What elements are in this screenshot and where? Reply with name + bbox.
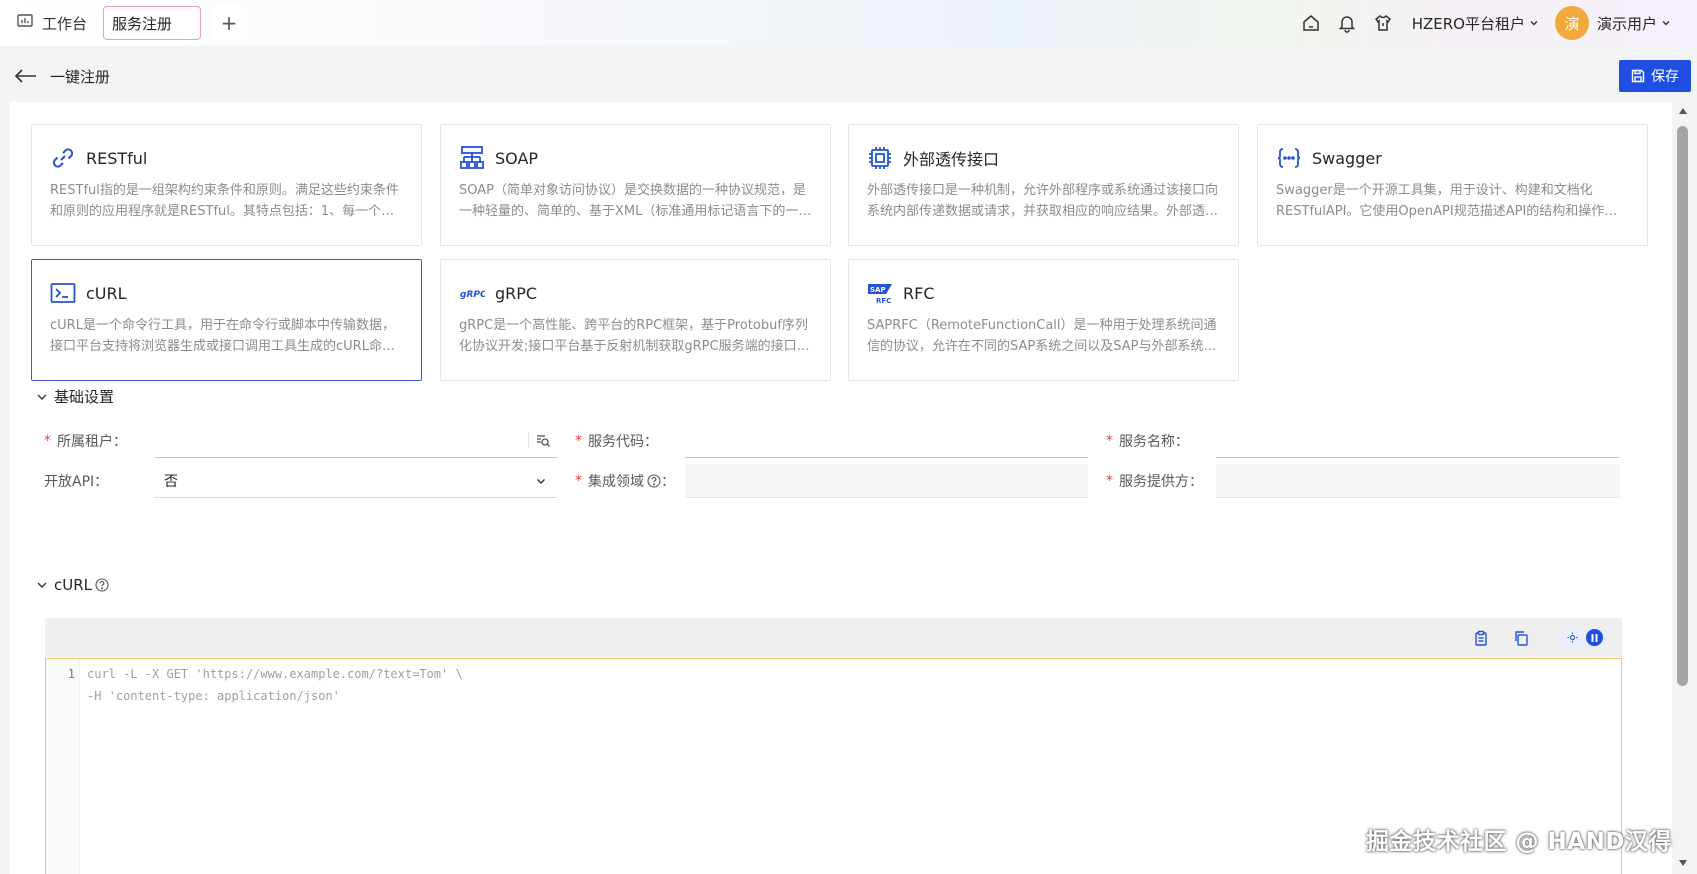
tenant-selector[interactable]: HZERO平台租户 xyxy=(1412,13,1539,34)
save-button[interactable]: 保存 xyxy=(1619,60,1691,92)
placeholder-line: curl -L -X GET 'https://www.example.com/… xyxy=(87,667,463,681)
card-title: gRPC xyxy=(495,283,538,303)
type-card-rfc[interactable]: SAP RFC RFC SAPRFC（RemoteFunctionCall）是一… xyxy=(848,259,1239,381)
card-description: cURL是一个命令行工具，用于在命令行或脚本中传输数据，接口平台支持将浏览器生成… xyxy=(50,318,395,354)
domain-input[interactable] xyxy=(685,464,1088,498)
type-card-passthrough[interactable]: 外部透传接口 外部透传接口是一种机制，允许外部程序或系统通过该接口向系统内部传递… xyxy=(848,124,1239,246)
tenant-input[interactable] xyxy=(154,424,557,458)
tab-service-registration-label: 服务注册 xyxy=(112,14,173,33)
sun-icon xyxy=(1567,632,1578,643)
lookup-search-icon[interactable] xyxy=(528,432,551,448)
svg-text:SAP: SAP xyxy=(870,286,886,294)
type-card-swagger[interactable]: Swagger Swagger是一个开源工具集，用于设计、构建和文档化RESTf… xyxy=(1257,124,1648,246)
home-icon[interactable] xyxy=(1300,12,1322,34)
link-icon xyxy=(50,145,76,171)
card-description: 外部透传接口是一种机制，允许外部程序或系统通过该接口向系统内部传递数据或请求，并… xyxy=(867,183,1219,219)
avatar-char: 演 xyxy=(1564,14,1580,33)
copy-icon[interactable] xyxy=(1510,627,1532,649)
tenant-label: * 所属租户： xyxy=(44,433,127,450)
service-code-input[interactable] xyxy=(685,424,1088,458)
top-bar: 工作台 服务注册 + HZERO平台租户 演 演示用户 xyxy=(0,0,1697,46)
top-right-actions: HZERO平台租户 演 演示用户 xyxy=(1286,0,1697,46)
card-description: gRPC是一个高性能、跨平台的RPC框架，基于Protobuf序列化协议开发;接… xyxy=(459,318,810,354)
save-label: 保存 xyxy=(1651,69,1679,85)
section-basic-settings[interactable]: 基础设置 xyxy=(36,386,114,407)
section-title-basic: 基础设置 xyxy=(54,388,115,406)
editor-toolbar xyxy=(45,618,1622,657)
scroll-thumb[interactable] xyxy=(1677,126,1688,686)
card-title: RFC xyxy=(903,283,935,303)
card-title: cURL xyxy=(86,283,127,303)
paste-icon[interactable] xyxy=(1470,627,1492,649)
dashboard-icon xyxy=(16,12,34,34)
tab-workbench-label: 工作台 xyxy=(42,14,88,33)
toggle-knob xyxy=(1586,629,1603,646)
tab-workbench[interactable]: 工作台 xyxy=(8,7,95,39)
card-title: RESTful xyxy=(86,148,148,168)
tab-service-registration[interactable]: 服务注册 xyxy=(103,6,202,40)
sitemap-icon xyxy=(459,145,485,171)
type-card-soap[interactable]: SOAP SOAP（简单对象访问协议）是交换数据的一种协议规范，是一种轻量的、简… xyxy=(440,124,831,246)
chevron-down-icon xyxy=(37,394,47,400)
provider-input[interactable] xyxy=(1216,464,1620,498)
tenant-name: HZERO平台租户 xyxy=(1411,14,1525,33)
open-api-select[interactable]: 否 xyxy=(154,464,557,498)
shirt-icon[interactable] xyxy=(1372,12,1394,34)
chevron-down-icon xyxy=(1662,21,1670,26)
placeholder-line: -H 'content-type: application/json' xyxy=(87,689,340,703)
terminal-icon xyxy=(50,280,76,306)
help-icon[interactable] xyxy=(95,578,109,592)
grpc-icon: gRPC xyxy=(459,280,485,306)
braces-icon xyxy=(1276,145,1302,171)
watermark: 掘金技术社区 @ HAND汉得 xyxy=(1366,829,1672,855)
avatar[interactable]: 演 xyxy=(1554,6,1589,40)
domain-label: * 集成领域 ： xyxy=(575,473,675,490)
plus-icon: + xyxy=(220,11,238,35)
section-curl[interactable]: cURL xyxy=(36,576,109,594)
service-code-label: * 服务代码： xyxy=(575,433,658,450)
type-card-curl[interactable]: cURL cURL是一个命令行工具，用于在命令行或脚本中传输数据，接口平台支持将… xyxy=(31,259,422,381)
open-api-label: 开放API： xyxy=(44,474,109,490)
card-title: SOAP xyxy=(495,148,539,168)
save-icon xyxy=(1631,69,1645,83)
back-arrow-icon[interactable] xyxy=(14,66,40,86)
card-description: SAPRFC（RemoteFunctionCall）是一种用于处理系统间通信的协… xyxy=(867,318,1217,354)
type-card-grpc[interactable]: gRPC gRPC gRPC是一个高性能、跨平台的RPC框架，基于Protobu… xyxy=(440,259,831,381)
section-title-curl: cURL xyxy=(54,576,93,594)
user-menu[interactable]: 演示用户 xyxy=(1597,13,1671,34)
add-tab-button[interactable]: + xyxy=(211,6,248,40)
line-number: 1 xyxy=(67,667,75,681)
chevron-down-icon xyxy=(537,478,545,484)
page-title: 一键注册 xyxy=(50,67,111,86)
page-scrollbar[interactable] xyxy=(1672,102,1694,874)
chevron-down-icon xyxy=(37,582,47,588)
chevron-down-icon xyxy=(1530,21,1538,26)
type-card-restful[interactable]: RESTful RESTful指的是一组架构约束条件和原则。满足这些约束条件和原… xyxy=(31,124,422,246)
line-gutter: 1 xyxy=(46,659,80,874)
service-name-label: * 服务名称： xyxy=(1106,433,1189,450)
page-header: 一键注册 保存 xyxy=(0,50,1697,102)
bell-icon[interactable] xyxy=(1336,12,1358,34)
scroll-down-arrow-icon[interactable] xyxy=(1678,858,1688,868)
card-description: RESTful指的是一组架构约束条件和原则。满足这些约束条件和原则的应用程序就是… xyxy=(50,183,399,219)
svg-text:RFC: RFC xyxy=(876,297,891,305)
card-description: Swagger是一个开源工具集，用于设计、构建和文档化RESTfulAPI。它使… xyxy=(1276,183,1618,219)
scroll-up-arrow-icon[interactable] xyxy=(1678,106,1688,116)
provider-label: * 服务提供方： xyxy=(1106,473,1203,490)
card-title: 外部透传接口 xyxy=(903,150,1000,169)
help-icon[interactable] xyxy=(647,474,661,488)
main-content: RESTful RESTful指的是一组架构约束条件和原则。满足这些约束条件和原… xyxy=(10,102,1672,874)
card-description: SOAP（简单对象访问协议）是交换数据的一种协议规范，是一种轻量的、简单的、基于… xyxy=(459,183,812,219)
open-api-value: 否 xyxy=(164,473,178,490)
card-title: Swagger xyxy=(1312,148,1382,168)
chip-icon xyxy=(867,145,893,171)
username: 演示用户 xyxy=(1596,14,1657,33)
service-name-input[interactable] xyxy=(1216,424,1620,458)
theme-toggle[interactable] xyxy=(1560,626,1606,649)
svg-text:gRPC: gRPC xyxy=(460,290,485,300)
sap-icon: SAP RFC xyxy=(867,280,893,306)
